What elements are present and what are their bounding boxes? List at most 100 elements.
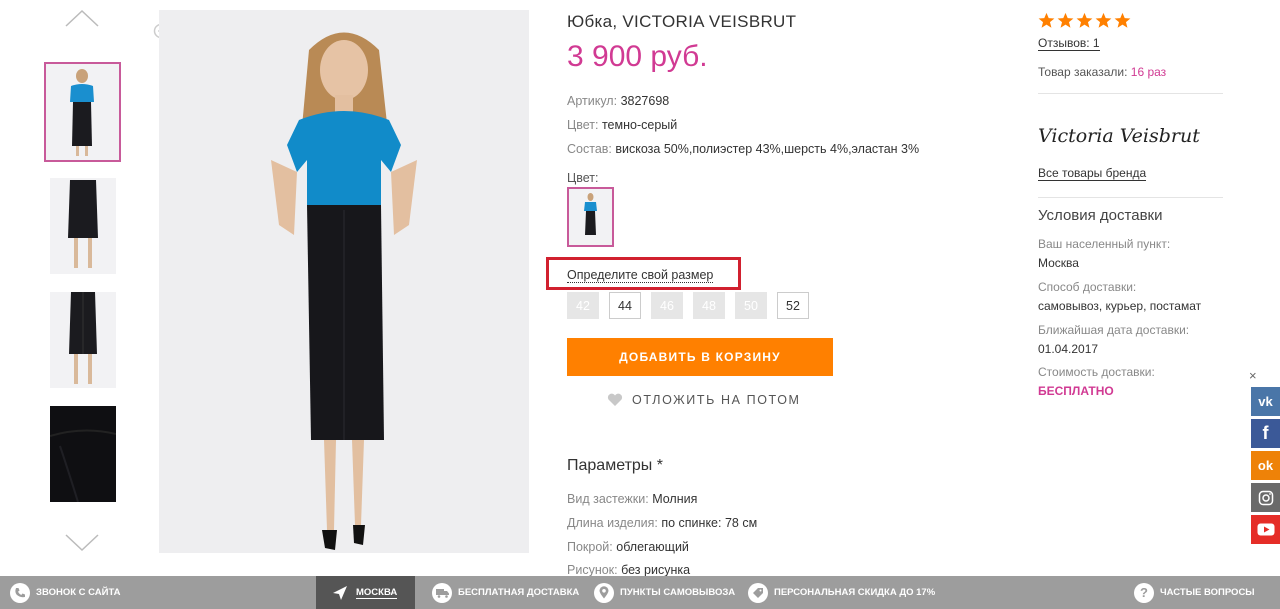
param-value: Молния [652, 492, 698, 506]
city-label: МОСКВА [356, 586, 398, 599]
free-delivery-label: БЕСПЛАТНАЯ ДОСТАВКА [458, 587, 580, 598]
chevron-down-icon[interactable] [64, 533, 100, 553]
odnoklassniki-icon: ok [1257, 458, 1274, 473]
size-option: 42 [567, 292, 599, 319]
delivery-city-label: Ваш населенный пункт: [1038, 237, 1171, 251]
callback-button[interactable]: ЗВОНОК С САЙТА [10, 576, 121, 609]
delivery-date: 01.04.2017 [1038, 342, 1099, 356]
phone-icon [10, 582, 30, 603]
location-arrow-icon [330, 583, 350, 603]
faq-link[interactable]: ? ЧАСТЫЕ ВОПРОСЫ [1134, 576, 1255, 609]
star-icon [1095, 12, 1112, 28]
ordered-label: Товар заказали: [1038, 65, 1128, 79]
param-value: облегающий [616, 540, 689, 554]
param-label: Длина изделия: [567, 516, 658, 530]
tag-icon [748, 582, 768, 603]
save-for-later-label: ОТЛОЖИТЬ НА ПОТОМ [632, 393, 801, 407]
delivery-cost: БЕСПЛАТНО [1038, 384, 1114, 398]
color-swatch[interactable] [567, 187, 614, 247]
delivery-city: Москва [1038, 256, 1079, 270]
thumbnail-1[interactable] [44, 62, 121, 162]
thumbnail-fabric-image [50, 406, 116, 502]
size-option: 50 [735, 292, 767, 319]
delivery-date-label: Ближайшая дата доставки: [1038, 323, 1190, 337]
truck-icon [432, 582, 452, 603]
param-row: Длина изделия: по спинке: 78 см [567, 516, 757, 530]
rating-stars [1038, 12, 1131, 29]
size-selector: 42 44 46 48 50 52 [567, 292, 809, 319]
product-page: Юбка, VICTORIA VEISBRUT 3 900 руб. Артик… [0, 0, 1280, 609]
personal-discount-label: ПЕРСОНАЛЬНАЯ СКИДКА ДО 17% [774, 587, 936, 598]
size-option: 46 [651, 292, 683, 319]
heart-icon [607, 393, 623, 406]
youtube-icon [1257, 523, 1274, 536]
vk-icon: vk [1258, 394, 1273, 409]
star-icon [1038, 12, 1055, 28]
params-title: Параметры * [567, 457, 663, 474]
param-value: без рисунка [621, 563, 691, 577]
youtube-share-button[interactable] [1251, 515, 1280, 544]
pickup-points-link[interactable]: ПУНКТЫ САМОВЫВОЗА [594, 576, 735, 609]
param-value: по спинке: 78 см [661, 516, 758, 530]
bottom-bar: ЗВОНОК С САЙТА МОСКВА БЕСПЛАТНАЯ ДОСТАВК… [0, 576, 1280, 609]
ordered-count: Товар заказали: 16 раз [1038, 65, 1166, 79]
reviews-link[interactable]: Отзывов: 1 [1038, 36, 1100, 51]
vk-share-button[interactable]: vk [1251, 387, 1280, 416]
attribute-value: 3827698 [620, 94, 670, 108]
main-product-image[interactable] [159, 10, 529, 553]
save-for-later-button[interactable]: ОТЛОЖИТЬ НА ПОТОМ [607, 393, 801, 407]
question-icon: ? [1134, 582, 1154, 603]
facebook-share-button[interactable]: f [1251, 419, 1280, 448]
model-image [159, 10, 529, 553]
city-selector[interactable]: МОСКВА [316, 576, 416, 609]
social-close-icon[interactable]: × [1249, 369, 1259, 382]
param-row: Покрой: облегающий [567, 540, 689, 554]
instagram-icon [1258, 490, 1273, 505]
thumbnail-4[interactable] [50, 406, 116, 502]
attribute-value: темно-серый [601, 118, 678, 132]
delivery-cost-label: Стоимость доставки: [1038, 365, 1155, 379]
thumbnail-skirt-back-image [50, 292, 116, 388]
star-icon [1076, 12, 1093, 28]
color-label: Цвет: [567, 171, 599, 185]
param-label: Покрой: [567, 540, 613, 554]
attribute-composition: Состав: вискоза 50%,полиэстер 43%,шерсть… [567, 142, 919, 156]
star-icon [1114, 12, 1131, 28]
add-to-cart-button[interactable]: ДОБАВИТЬ В КОРЗИНУ [567, 338, 833, 376]
thumbnail-3[interactable] [50, 292, 116, 388]
facebook-icon: f [1262, 423, 1269, 443]
size-option[interactable]: 52 [777, 292, 809, 319]
size-option[interactable]: 44 [609, 292, 641, 319]
param-label: Вид застежки: [567, 492, 649, 506]
thumbnail-model-image [46, 64, 119, 160]
attribute-label: Цвет: [567, 118, 599, 132]
delivery-title: Условия доставки [1038, 207, 1163, 224]
param-row: Вид застежки: Молния [567, 492, 697, 506]
delivery-method-label: Способ доставки: [1038, 280, 1137, 294]
attribute-color: Цвет: темно-серый [567, 118, 677, 132]
attribute-value: вискоза 50%,полиэстер 43%,шерсть 4%,элас… [615, 142, 920, 156]
param-row: Рисунок: без рисунка [567, 563, 690, 577]
odnoklassniki-share-button[interactable]: ok [1251, 451, 1280, 480]
thumbnail-strip [40, 0, 124, 576]
brand-products-link[interactable]: Все товары бренда [1038, 166, 1147, 181]
brand-logo[interactable]: Victoria Veisbrut [1038, 125, 1200, 147]
param-label: Рисунок: [567, 563, 618, 577]
thumbnail-skirt-front-image [50, 178, 116, 274]
star-icon [1057, 12, 1074, 28]
attribute-label: Состав: [567, 142, 612, 156]
divider [1038, 93, 1223, 94]
chevron-up-icon[interactable] [64, 8, 100, 28]
pickup-points-label: ПУНКТЫ САМОВЫВОЗА [620, 587, 736, 598]
thumbnail-2[interactable] [50, 178, 116, 274]
divider [1038, 197, 1223, 198]
free-delivery-link[interactable]: БЕСПЛАТНАЯ ДОСТАВКА [432, 576, 579, 609]
attribute-label: Артикул: [567, 94, 618, 108]
ordered-value: 16 раз [1130, 65, 1167, 79]
personal-discount-link[interactable]: ПЕРСОНАЛЬНАЯ СКИДКА ДО 17% [748, 576, 935, 609]
attribute-article: Артикул: 3827698 [567, 94, 669, 108]
color-swatch-image [571, 191, 610, 243]
instagram-share-button[interactable] [1251, 483, 1280, 512]
delivery-method: самовывоз, курьер, постамат [1038, 299, 1202, 313]
size-guide-link[interactable]: Определите свой размер [567, 268, 714, 283]
